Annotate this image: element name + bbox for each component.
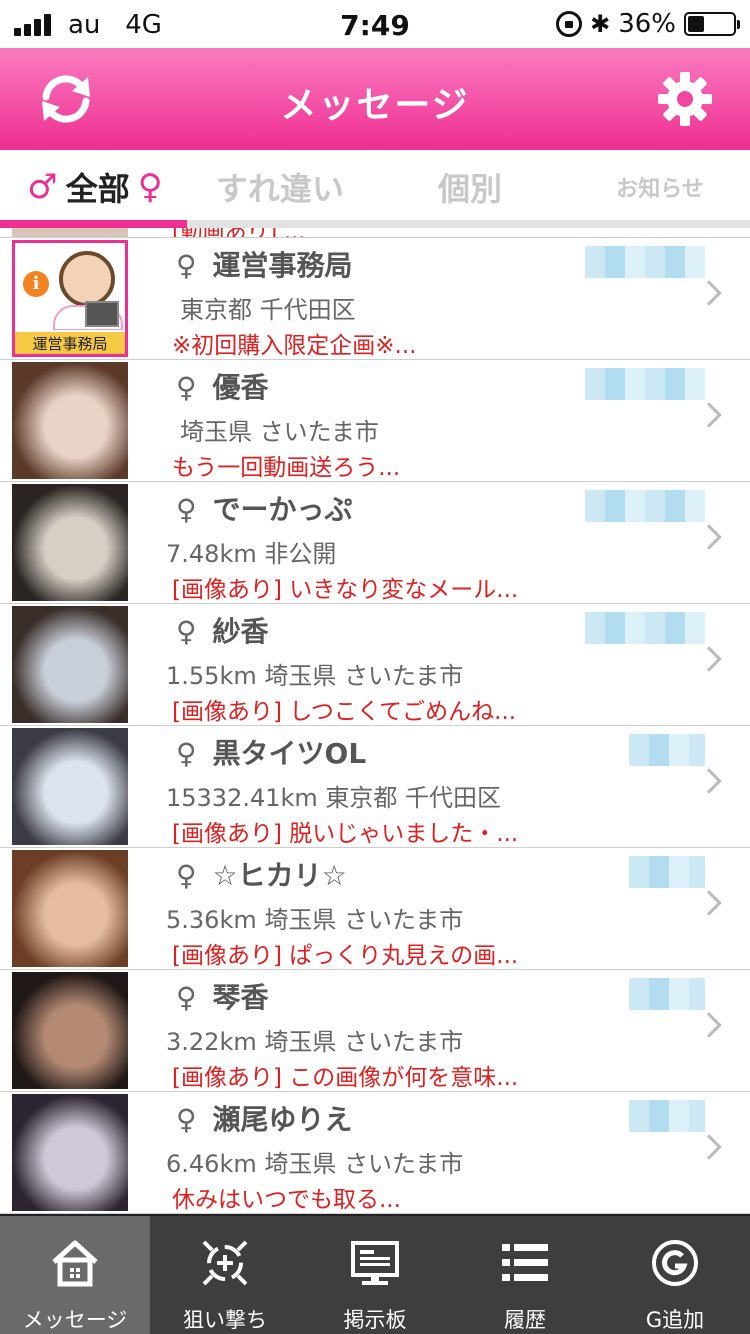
message-preview: [画像あり] いきなり変なメール... xyxy=(172,577,519,603)
message-list[interactable]: [動画あり] ... i 運営事務局 ♀運営事務局東京都 千代田区 ※初回購入限定企画… xyxy=(0,228,750,1214)
partially-hidden-row: [動画あり] ... xyxy=(0,228,750,238)
operator-illustration xyxy=(59,251,115,307)
sender-location: 3.22km 埼玉県 さいたま市 xyxy=(166,1028,464,1056)
chevron-right-icon xyxy=(696,402,722,428)
bottom-tab-history[interactable]: 履歴 xyxy=(450,1216,600,1334)
profile-photo[interactable] xyxy=(12,972,128,1089)
profile-photo[interactable] xyxy=(12,1094,128,1211)
sender-name: ♀ ☆ヒカリ☆ xyxy=(176,859,347,892)
female-icon: ♀ xyxy=(176,493,197,526)
female-icon: ♀ xyxy=(176,859,197,892)
bottom-tab-bar: メッセージ 狙い撃ち 掲示板 履歴 G追加 xyxy=(0,1214,750,1334)
sender-name: ♀ 優香 xyxy=(176,371,269,404)
chevron-right-icon xyxy=(696,1012,722,1038)
bottom-tab-target[interactable]: 狙い撃ち xyxy=(150,1216,300,1334)
blurred-timestamp xyxy=(585,368,705,400)
filter-tabs: ♂ 全部 ♀ すれ違い 個別 お知らせ xyxy=(0,150,750,228)
blurred-timestamp xyxy=(629,856,705,888)
profile-photo[interactable] xyxy=(12,728,128,845)
chevron-right-icon xyxy=(696,890,722,916)
tab-individual[interactable]: 個別 xyxy=(380,162,560,212)
message-preview: [画像あり] しつこくてごめんね... xyxy=(172,699,517,725)
monitor-icon xyxy=(85,301,119,327)
bluetooth-icon: ✱ xyxy=(590,10,611,38)
list-icon xyxy=(502,1244,548,1281)
nav-bar: メッセージ xyxy=(0,48,750,150)
sender-location: 15332.41km 東京都 千代田区 xyxy=(166,784,502,812)
message-row[interactable]: ♀ ☆ヒカリ☆ 5.36km 埼玉県 さいたま市 [画像あり] ぱっくり丸見えの画..… xyxy=(0,848,750,970)
tab-passing[interactable]: すれ違い xyxy=(190,162,370,212)
orientation-lock-icon xyxy=(556,11,583,37)
chevron-right-icon xyxy=(696,768,722,794)
gear-icon[interactable] xyxy=(658,72,712,126)
female-icon: ♀ xyxy=(137,167,163,207)
sender-location: 1.55km 埼玉県 さいたま市 xyxy=(166,662,464,690)
message-preview: 休みはいつでも取る... xyxy=(172,1187,401,1213)
g-coin-icon xyxy=(652,1240,698,1286)
blurred-timestamp xyxy=(629,1100,705,1132)
male-icon: ♂ xyxy=(27,167,58,207)
sender-location: 東京都 千代田区 xyxy=(180,296,356,324)
female-icon: ♀ xyxy=(176,1103,197,1136)
female-icon: ♀ xyxy=(176,981,197,1014)
sender-name: ♀ でーかっぷ xyxy=(176,493,353,526)
sender-location: 5.36km 埼玉県 さいたま市 xyxy=(166,906,464,934)
chevron-right-icon xyxy=(696,1134,722,1160)
target-icon xyxy=(202,1240,248,1286)
bottom-tab-board[interactable]: 掲示板 xyxy=(300,1216,450,1334)
female-icon: ♀ xyxy=(176,249,197,282)
message-preview: ※初回購入限定企画※... xyxy=(172,333,417,359)
female-icon: ♀ xyxy=(176,615,197,648)
sender-name: ♀ 瀬尾ゆりえ xyxy=(176,1103,353,1136)
message-preview: もう一回動画送ろう... xyxy=(172,455,401,481)
profile-photo[interactable] xyxy=(12,850,128,967)
message-preview: [画像あり] ぱっくり丸見えの画... xyxy=(172,943,519,969)
message-row[interactable]: ♀ 紗香 1.55km 埼玉県 さいたま市 [画像あり] しつこくてごめんね... xyxy=(0,604,750,726)
female-icon: ♀ xyxy=(176,371,197,404)
profile-photo[interactable] xyxy=(12,484,128,601)
chevron-right-icon xyxy=(696,524,722,550)
message-row[interactable]: i 運営事務局 ♀ 運営事務局 東京都 千代田区 ※初回購入限定企画※... xyxy=(0,238,750,360)
tab-indicator xyxy=(0,220,187,228)
blurred-timestamp xyxy=(585,246,705,278)
message-row[interactable]: ♀ 琴香 3.22km 埼玉県 さいたま市 [画像あり] この画像が何を意味... xyxy=(0,970,750,1092)
sender-name: ♀ 黒タイツOL xyxy=(176,737,367,770)
sender-name: ♀ 琴香 xyxy=(176,981,269,1014)
bottom-tab-add-g[interactable]: G追加 xyxy=(600,1216,750,1334)
blurred-timestamp xyxy=(585,490,705,522)
battery-percent: 36% xyxy=(618,9,676,39)
chevron-right-icon xyxy=(696,646,722,672)
board-icon xyxy=(351,1241,399,1285)
profile-photo[interactable] xyxy=(12,606,128,723)
sender-location: 7.48km 非公開 xyxy=(166,540,337,568)
blurred-timestamp xyxy=(585,612,705,644)
battery-icon xyxy=(684,12,740,36)
message-preview: [画像あり] この画像が何を意味... xyxy=(172,1065,519,1091)
bottom-tab-messages[interactable]: メッセージ xyxy=(0,1216,150,1334)
sender-location: 埼玉県 さいたま市 xyxy=(180,418,379,446)
message-preview: [画像あり] 脱いじゃいました・... xyxy=(172,821,519,847)
message-row[interactable]: ♀ でーかっぷ 7.48km 非公開 [画像あり] いきなり変なメール... xyxy=(0,482,750,604)
blurred-timestamp xyxy=(629,734,705,766)
info-icon: i xyxy=(23,271,49,297)
status-bar: au 4G 7:49 ✱ 36% xyxy=(0,0,750,48)
tab-notices[interactable]: お知らせ xyxy=(570,162,750,212)
blurred-timestamp xyxy=(629,978,705,1010)
avatar-label: 運営事務局 xyxy=(15,330,125,354)
chevron-right-icon xyxy=(696,280,722,306)
tab-all[interactable]: ♂ 全部 ♀ xyxy=(0,162,190,212)
sender-name: ♀ 運営事務局 xyxy=(176,249,353,282)
profile-photo[interactable] xyxy=(12,362,128,479)
message-row[interactable]: ♀ 優香埼玉県 さいたま市もう一回動画送ろう... xyxy=(0,360,750,482)
home-icon xyxy=(52,1240,98,1287)
message-row[interactable]: ♀ 黒タイツOL 15332.41km 東京都 千代田区 [画像あり] 脱いじゃいまし… xyxy=(0,726,750,848)
sender-location: 6.46km 埼玉県 さいたま市 xyxy=(166,1150,464,1178)
message-row[interactable]: ♀ 瀬尾ゆりえ 6.46km 埼玉県 さいたま市休みはいつでも取る... xyxy=(0,1092,750,1214)
office-avatar[interactable]: i 運営事務局 xyxy=(12,240,128,357)
female-icon: ♀ xyxy=(176,737,197,770)
sender-name: ♀ 紗香 xyxy=(176,615,269,648)
page-title: メッセージ xyxy=(280,85,470,126)
